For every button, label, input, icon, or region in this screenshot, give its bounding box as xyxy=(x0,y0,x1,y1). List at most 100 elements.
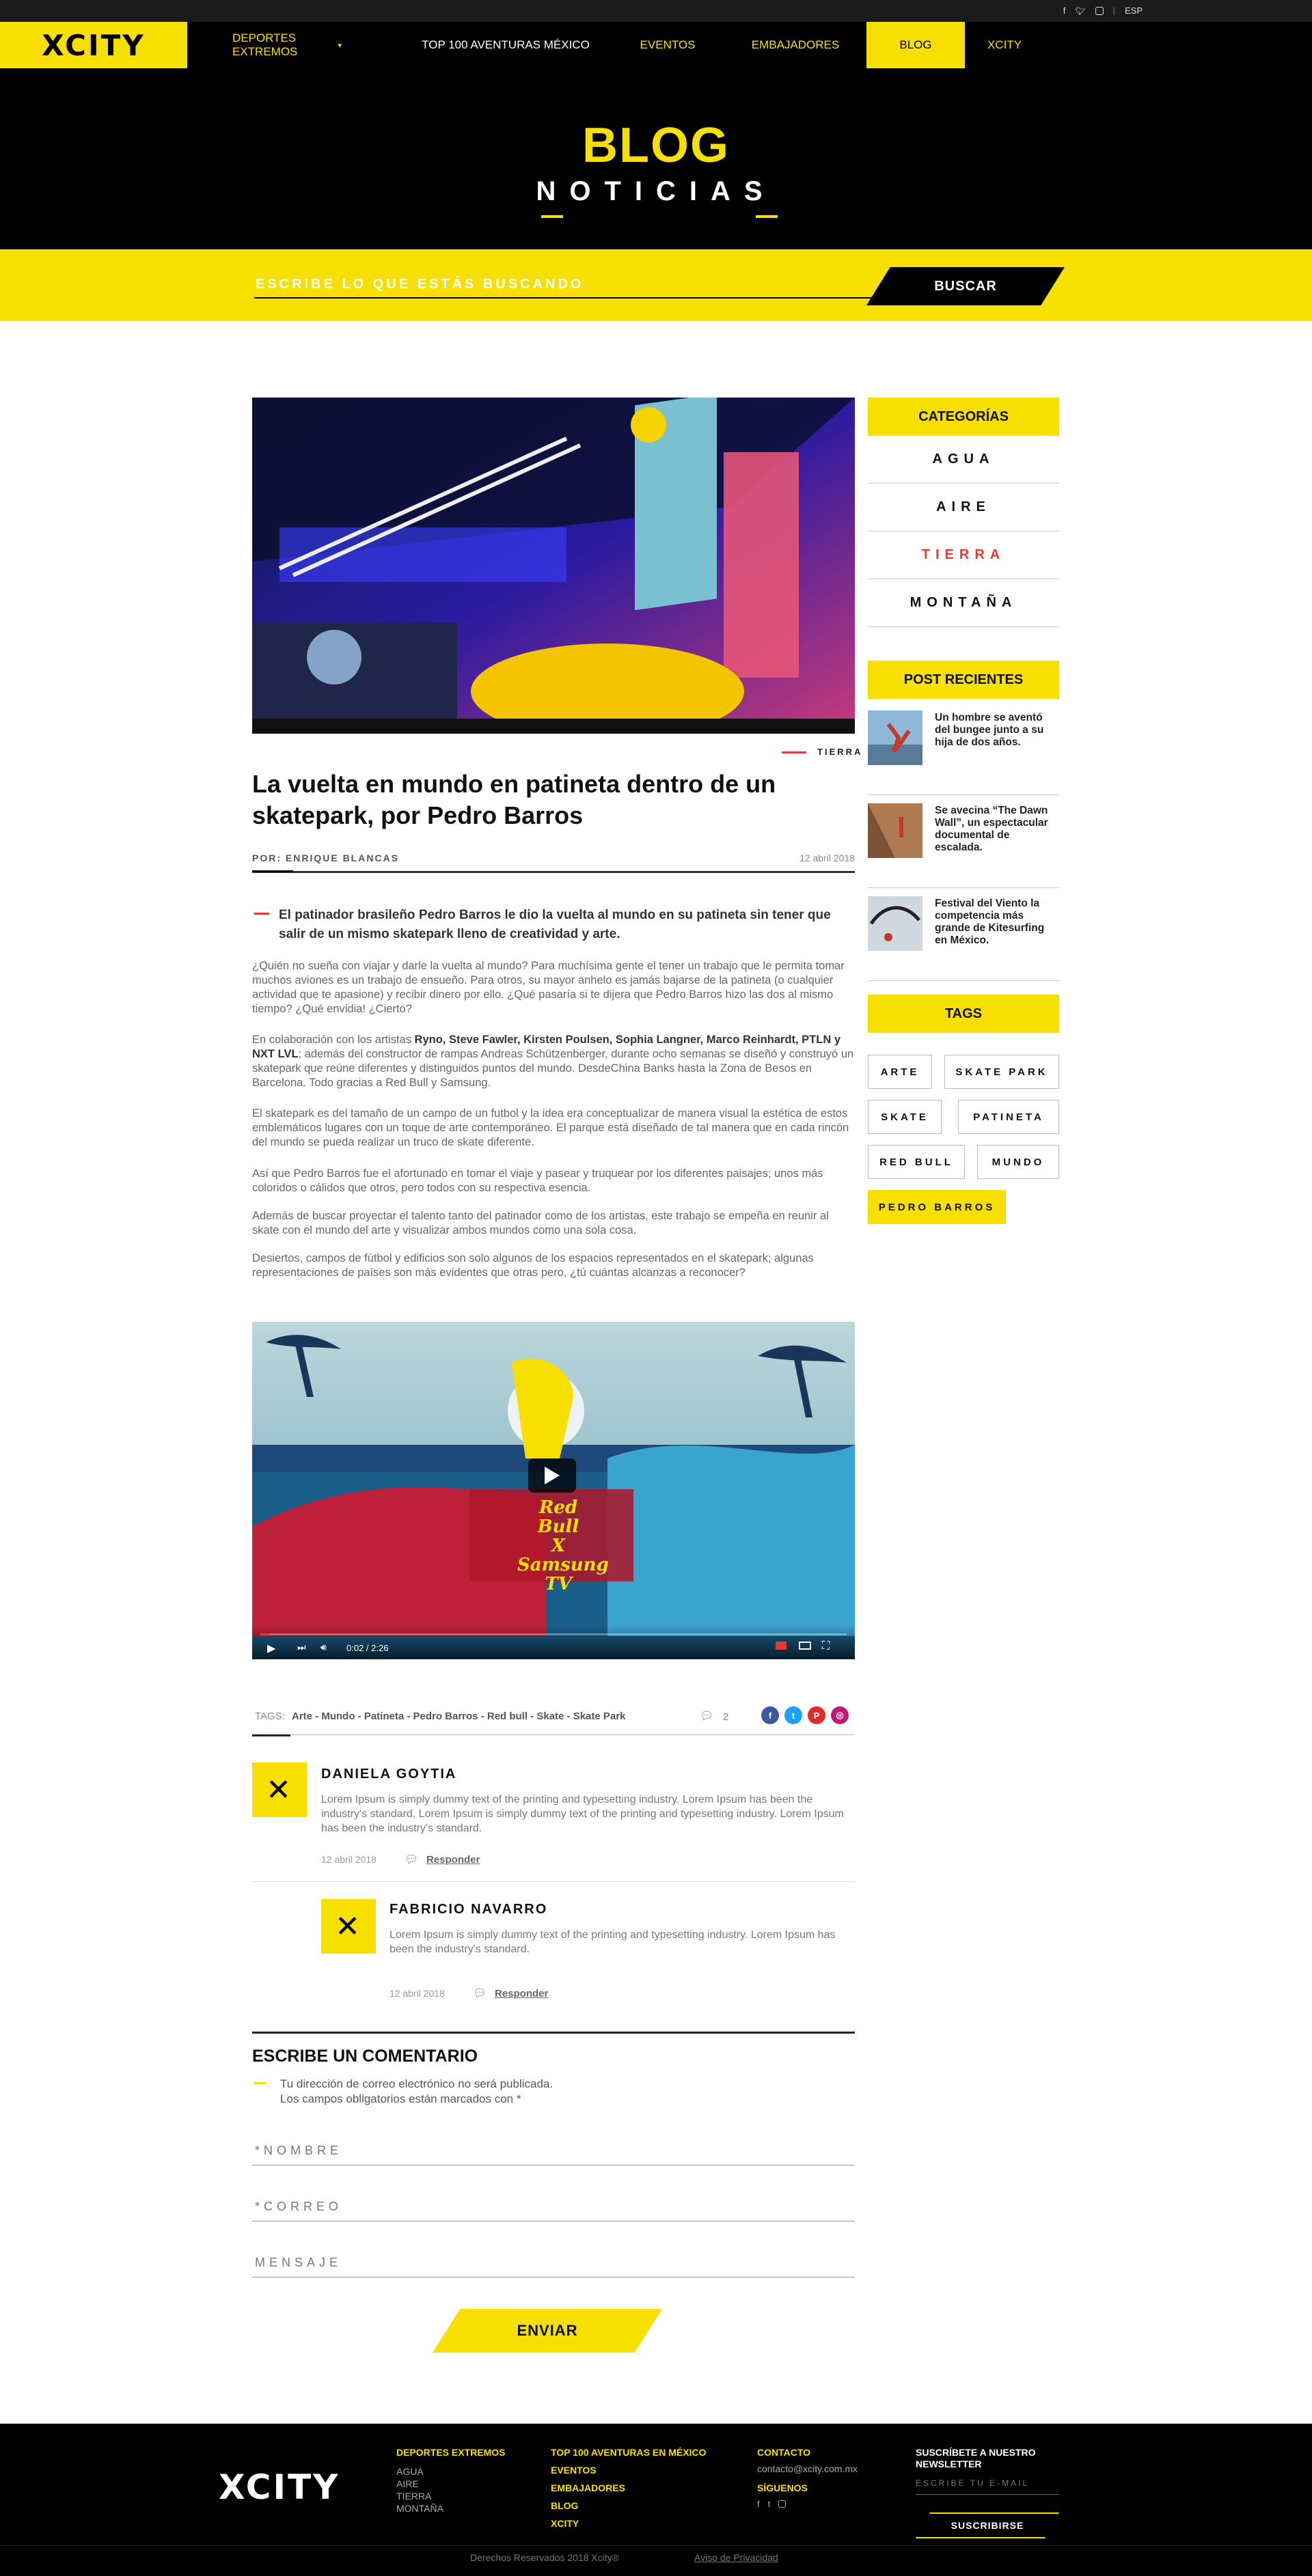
tag-arte[interactable]: ARTE xyxy=(868,1055,932,1089)
instagram-icon[interactable] xyxy=(1095,6,1104,15)
newsletter-subscribe-button[interactable]: SUSCRIBIRSE xyxy=(916,2512,1059,2538)
logo[interactable]: XCITY xyxy=(0,22,187,68)
comment-date: 12 abril 2018 xyxy=(321,1854,377,1865)
tags-label: TAGS: xyxy=(255,1711,285,1722)
tags-underline xyxy=(252,1734,290,1736)
newsletter-email-input[interactable]: ESCRIBE TU E-MAIL xyxy=(916,2474,1059,2495)
article-date: 12 abril 2018 xyxy=(800,853,855,863)
tag-skate[interactable]: SKATE xyxy=(868,1100,942,1134)
fullscreen-icon[interactable]: ⛶ xyxy=(822,1640,830,1652)
footer-col-title[interactable]: TOP 100 AVENTURAS EN MÉXICO xyxy=(551,2447,706,2458)
tag-pedro-barros[interactable]: PEDRO BARROS xyxy=(868,1190,1006,1224)
article-category[interactable]: TIERRA xyxy=(817,747,862,757)
comment-text: Lorem Ipsum is simply dummy text of the … xyxy=(390,1929,836,1955)
tag-patineta[interactable]: PATINETA xyxy=(958,1100,1059,1134)
footer-link[interactable]: AGUA xyxy=(396,2466,424,2477)
tags-list[interactable]: Arte - Mundo - Patineta - Pedro Barros -… xyxy=(292,1711,625,1722)
footer-link[interactable]: XCITY xyxy=(551,2518,579,2529)
recent-post[interactable]: Festival del Viento la competencia más g… xyxy=(868,888,1059,981)
article-paragraph: Desiertos, campos de fútbol y edificios … xyxy=(252,1252,814,1279)
search-button[interactable]: BUSCAR xyxy=(866,267,1065,305)
language-selector[interactable]: ESP xyxy=(1125,5,1143,16)
sidebar-tags-title: TAGS xyxy=(868,995,1059,1033)
nav-embajadores[interactable]: EMBAJADORES xyxy=(742,22,849,68)
form-top-rule xyxy=(252,2032,855,2034)
recent-post-title: Se avecina “The Dawn Wall”, un espectacu… xyxy=(935,805,1048,853)
name-field[interactable]: *NOMBRE xyxy=(252,2138,855,2165)
volume-icon[interactable]: 🔊︎ xyxy=(320,1642,327,1653)
privacy-link[interactable]: Aviso de Privacidad xyxy=(694,2552,778,2563)
twitter-icon[interactable]: t xyxy=(768,2499,771,2509)
article-lead: El patinador brasileño Pedro Barros le d… xyxy=(279,908,831,941)
instagram-icon[interactable] xyxy=(778,2500,787,2508)
footer-link[interactable]: TIERRA xyxy=(396,2491,431,2502)
article-paragraph: Además de buscar proyectar el talento ta… xyxy=(252,1210,829,1236)
footer-link[interactable]: MONTAÑA xyxy=(396,2503,443,2514)
form-note-dash xyxy=(254,2082,266,2084)
nav-label: TOP 100 AVENTURAS MÉXICO xyxy=(422,38,590,51)
form-note: Tu dirección de correo electrónico no se… xyxy=(280,2077,553,2107)
tag-skate-park[interactable]: SKATE PARK xyxy=(944,1055,1059,1089)
footer-logo[interactable]: XCITY xyxy=(219,2467,340,2507)
nav-deportes-extremos[interactable]: DEPORTES EXTREMOS ▾ xyxy=(232,22,342,68)
search-input[interactable]: ESCRIBE LO QUE ESTÁS BUSCANDO xyxy=(254,274,910,299)
send-button[interactable]: ENVIAR xyxy=(433,2309,662,2353)
form-title: ESCRIBE UN COMENTARIO xyxy=(252,2047,478,2066)
footer-link[interactable]: EVENTOS xyxy=(551,2465,597,2476)
footer-link[interactable]: AIRE xyxy=(396,2478,419,2489)
recent-post[interactable]: Se avecina “The Dawn Wall”, un espectacu… xyxy=(868,795,1059,888)
youtube-icon[interactable] xyxy=(776,1642,787,1650)
sidebar-recent-title: POST RECIENTES xyxy=(868,661,1059,699)
footer-link[interactable]: BLOG xyxy=(551,2500,578,2511)
article-paragraph: En colaboración con los artistas Ryno, S… xyxy=(252,1033,855,1090)
footer-col-title[interactable]: DEPORTES EXTREMOS xyxy=(396,2447,505,2458)
recent-post-thumbnail xyxy=(868,896,922,951)
sidebar-category-aire[interactable]: AIRE xyxy=(868,484,1059,531)
paragraph-text: En colaboración con los artistas xyxy=(252,1034,415,1046)
facebook-icon[interactable]: f xyxy=(757,2499,760,2509)
sidebar-category-montana[interactable]: MONTAÑA xyxy=(868,579,1059,627)
email-field[interactable]: *CORREO xyxy=(252,2194,855,2221)
comment-text: Lorem Ipsum is simply dummy text of the … xyxy=(321,1794,844,1834)
share-pinterest-icon[interactable]: P xyxy=(808,1706,825,1724)
recent-post-title: Un hombre se aventó del bungee junto a s… xyxy=(935,712,1044,748)
message-field[interactable]: MENSAJE xyxy=(252,2250,855,2277)
video-title-overlay: Red Bull X Samsung TV xyxy=(517,1498,609,1594)
share-instagram-icon[interactable]: ◎ xyxy=(831,1706,849,1724)
nav-label: EVENTOS xyxy=(640,38,696,51)
recent-post[interactable]: Un hombre se aventó del bungee junto a s… xyxy=(868,702,1059,795)
sidebar-category-tierra[interactable]: TIERRA xyxy=(868,531,1059,579)
comment-author: DANIELA GOYTIA xyxy=(321,1767,457,1782)
nav-top-100[interactable]: TOP 100 AVENTURAS MÉXICO xyxy=(417,22,594,68)
progress-track[interactable] xyxy=(260,1633,847,1635)
reply-button[interactable]: Responder xyxy=(426,1854,480,1866)
play-small-icon[interactable]: ▶ xyxy=(267,1642,275,1655)
article-paragraph: Así que Pedro Barros fue el afortunado e… xyxy=(252,1167,823,1194)
nav-xcity[interactable]: XCITY xyxy=(977,22,1032,68)
sidebar-category-agua[interactable]: AGUA xyxy=(868,436,1059,484)
reply-icon: 💬︎ xyxy=(473,1988,487,1999)
play-button[interactable] xyxy=(528,1458,576,1493)
logo-text: XCITY xyxy=(42,28,146,62)
reply-button[interactable]: Responder xyxy=(495,1988,548,1999)
nav-label: DEPORTES EXTREMOS xyxy=(232,31,298,58)
top-utility-bar: f 🐦︎ | ESP xyxy=(0,0,1312,22)
nav-eventos[interactable]: EVENTOS xyxy=(627,22,708,68)
footer-follow-title: SÍGUENOS xyxy=(757,2482,808,2493)
footer-link[interactable]: EMBAJADORES xyxy=(551,2482,625,2493)
nav-blog[interactable]: BLOG xyxy=(866,22,965,68)
share-twitter-icon[interactable]: t xyxy=(784,1706,802,1724)
nav-label: XCITY xyxy=(987,38,1022,51)
twitter-icon[interactable]: 🐦︎ xyxy=(1075,6,1085,16)
share-facebook-icon[interactable]: f xyxy=(761,1706,779,1724)
tag-red-bull[interactable]: RED BULL xyxy=(868,1145,965,1179)
next-icon[interactable]: ⏭ xyxy=(297,1642,306,1653)
facebook-icon[interactable]: f xyxy=(1063,5,1066,16)
footer-socials: f t xyxy=(757,2499,787,2509)
tag-mundo[interactable]: MUNDO xyxy=(977,1145,1059,1179)
avatar-x-icon: ✕ xyxy=(335,1909,362,1944)
comments-count: 2 xyxy=(723,1711,729,1723)
footer-contact-email[interactable]: contacto@xcity.com.mx xyxy=(757,2463,858,2474)
video-player[interactable]: Red Bull X Samsung TV ▶ ⏭ 🔊︎ 0:02 / 2:26… xyxy=(252,1322,855,1659)
theater-icon[interactable] xyxy=(799,1642,811,1650)
